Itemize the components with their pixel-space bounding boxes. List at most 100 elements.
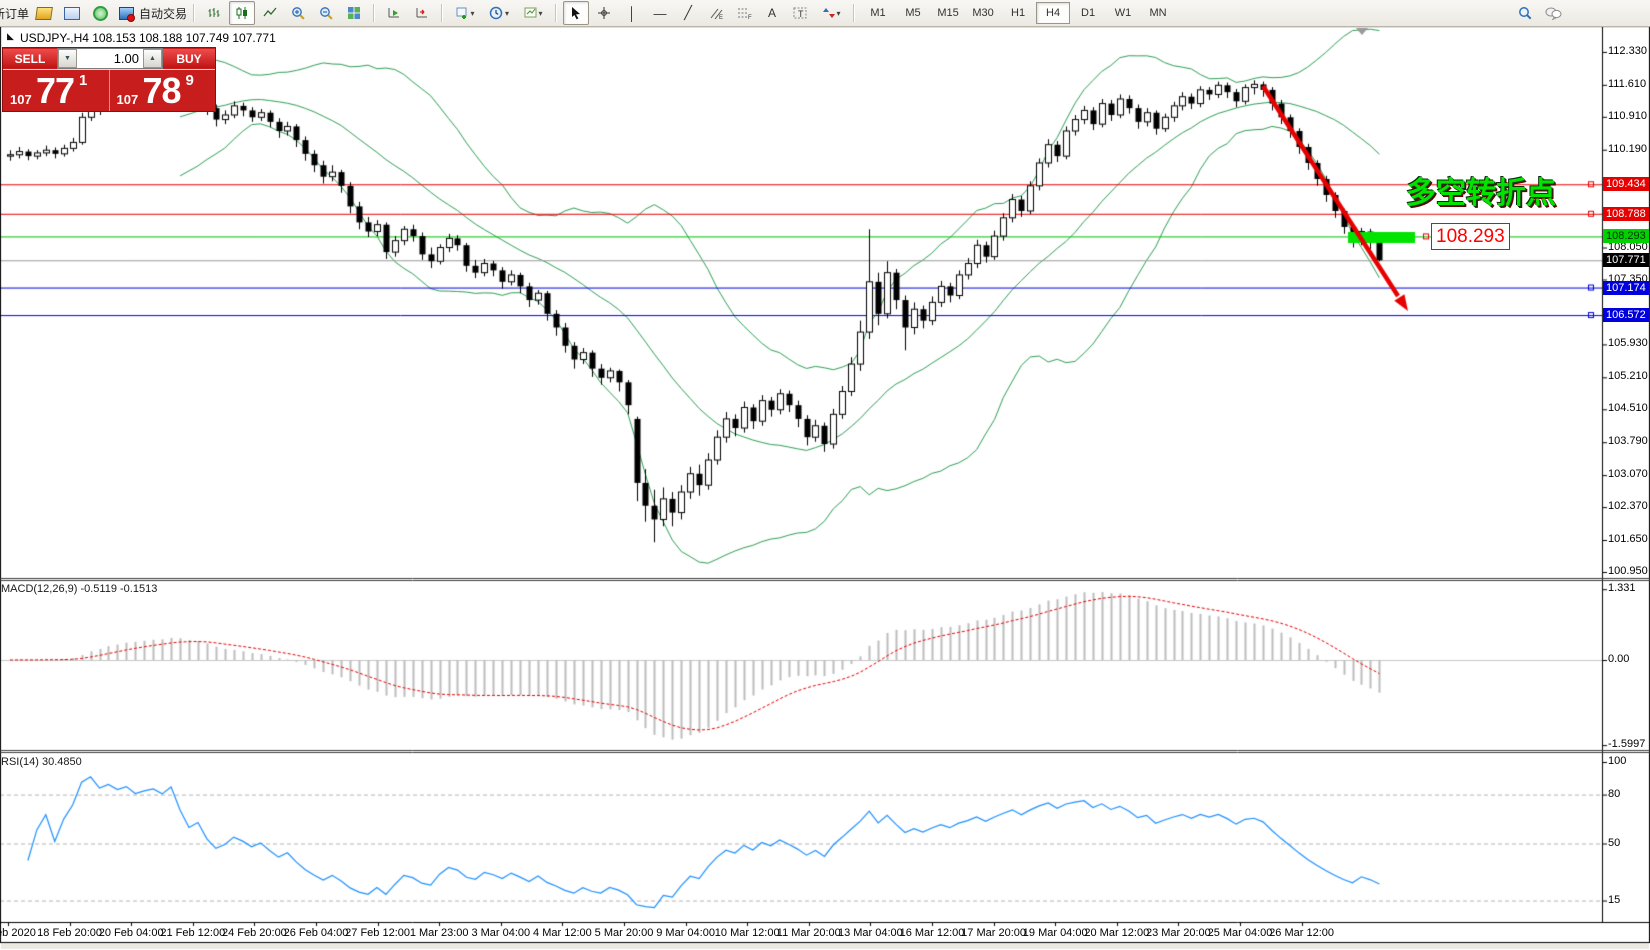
price-axis-tick: 112.330 <box>1608 45 1647 57</box>
volume-decrease-button[interactable]: ▼ <box>58 49 77 68</box>
time-axis-label: 19 Mar 04:00 <box>1023 927 1088 939</box>
price-axis-tick: 101.650 <box>1608 533 1648 545</box>
price-level-label: 107.174 <box>1603 281 1649 295</box>
timeframe-m5[interactable]: M5 <box>896 2 930 24</box>
price-level-label: 108.293 <box>1603 229 1649 243</box>
cursor-icon[interactable] <box>563 1 589 25</box>
timeframe-m1[interactable]: M1 <box>861 2 895 24</box>
text-icon[interactable]: A <box>759 1 785 25</box>
price-axis-tick: 111.610 <box>1608 78 1646 90</box>
timeframe-mn[interactable]: MN <box>1141 2 1175 24</box>
rsi-indicator-label: RSI(14) 30.4850 <box>1 756 82 768</box>
periods-icon[interactable]: ▾ <box>483 1 515 25</box>
volume-increase-button[interactable]: ▲ <box>143 49 162 68</box>
time-axis-label: 23 Mar 20:00 <box>1146 927 1211 939</box>
vertical-line-icon[interactable]: │ <box>619 1 645 25</box>
volume-stepper: ▼ 1.00 ▲ <box>57 48 163 69</box>
macd-axis-tick: 1.331 <box>1608 582 1636 594</box>
timeframe-bar: M1M5M15M30H1H4D1W1MN <box>861 2 1175 24</box>
time-axis-label: 17 Mar 20:00 <box>961 927 1026 939</box>
svg-text:T: T <box>798 9 804 19</box>
caret-down-icon: ▾ <box>505 9 509 18</box>
time-axis-label: 26 Feb 04:00 <box>284 927 349 939</box>
search-icon[interactable] <box>1512 1 1538 25</box>
time-axis-label: 3 Mar 04:00 <box>471 927 530 939</box>
bar-chart-icon[interactable] <box>201 1 227 25</box>
chart-shift-icon[interactable] <box>409 1 435 25</box>
price-callout-label: 108.293 <box>1431 223 1510 250</box>
market-watch-icon[interactable] <box>31 1 57 25</box>
time-axis-label: 16 Mar 12:00 <box>900 927 965 939</box>
price-axis-tick: 105.210 <box>1608 370 1648 382</box>
sell-price-major: 107 <box>10 92 32 107</box>
chat-icon[interactable] <box>1540 1 1566 25</box>
buy-button[interactable]: BUY <box>163 49 215 68</box>
price-axis-tick: 103.790 <box>1608 435 1648 447</box>
timeframe-m15[interactable]: M15 <box>931 2 965 24</box>
buy-price-display[interactable]: 107 78 9 <box>110 70 216 111</box>
sell-price-display[interactable]: 107 77 1 <box>3 70 110 111</box>
time-axis-label: 20 Mar 12:00 <box>1084 927 1149 939</box>
crosshair-icon[interactable] <box>591 1 617 25</box>
terminal-icon[interactable] <box>59 1 85 25</box>
time-axis-label: 18 Feb 20:00 <box>37 927 102 939</box>
text-label-icon[interactable]: T <box>787 1 813 25</box>
timeframe-m30[interactable]: M30 <box>966 2 1000 24</box>
caret-down-icon: ▾ <box>837 9 841 18</box>
timeframe-h1[interactable]: H1 <box>1001 2 1035 24</box>
sell-button[interactable]: SELL <box>3 49 57 68</box>
macd-axis-tick: -1.5997 <box>1608 738 1645 750</box>
arrows-icon[interactable]: ▾ <box>815 1 847 25</box>
price-axis-tick: 102.370 <box>1608 500 1648 512</box>
price-axis-tick: 100.950 <box>1608 565 1648 577</box>
zoom-out-icon[interactable] <box>313 1 339 25</box>
time-axis-label: 1 Mar 23:00 <box>410 927 469 939</box>
time-axis-label: 7 Feb 2020 <box>0 927 36 939</box>
time-axis-label: 25 Mar 04:00 <box>1208 927 1273 939</box>
horizontal-line-icon[interactable]: — <box>647 1 673 25</box>
autotrading-button[interactable]: 自动交易 <box>139 5 187 22</box>
candlestick-chart-icon[interactable] <box>229 1 255 25</box>
mt4-window: 新订单 自动交易 ▾ ▾ ▾ │ — ╱ E F A T ▾ M1M5M15M3… <box>0 0 1650 950</box>
time-axis-label: 20 Feb 04:00 <box>99 927 164 939</box>
templates-icon[interactable]: ▾ <box>517 1 549 25</box>
auto-scroll-icon[interactable] <box>381 1 407 25</box>
toolbar: 新订单 自动交易 ▾ ▾ ▾ │ — ╱ E F A T ▾ M1M5M15M3… <box>0 0 1650 27</box>
one-click-trading-panel: SELL ▼ 1.00 ▲ BUY 107 77 1 107 78 9 <box>2 47 216 112</box>
rsi-axis-tick: 15 <box>1608 894 1620 906</box>
sell-price-point: 1 <box>79 72 87 89</box>
autotrading-icon[interactable] <box>115 1 137 25</box>
caret-down-icon: ▾ <box>539 9 543 18</box>
line-chart-icon[interactable] <box>257 1 283 25</box>
chart-canvas[interactable] <box>0 0 1650 950</box>
trendline-icon[interactable]: ╱ <box>675 1 701 25</box>
timeframe-w1[interactable]: W1 <box>1106 2 1140 24</box>
toolbar-separator <box>193 4 195 22</box>
turning-point-annotation: 多空转折点 <box>1406 168 1556 212</box>
svg-text:E: E <box>719 15 723 20</box>
time-axis-label: 4 Mar 12:00 <box>533 927 592 939</box>
price-level-label: 106.572 <box>1603 308 1649 322</box>
indicators-icon[interactable]: ▾ <box>449 1 481 25</box>
fibonacci-icon[interactable]: F <box>731 1 757 25</box>
tile-windows-icon[interactable] <box>341 1 367 25</box>
time-axis-label: 27 Feb 12:00 <box>345 927 410 939</box>
timeframe-d1[interactable]: D1 <box>1071 2 1105 24</box>
chart-title-ohlc: USDJPY-,H4 108.153 108.188 107.749 107.7… <box>20 31 276 45</box>
time-axis-label: 13 Mar 04:00 <box>838 927 903 939</box>
price-level-label: 109.434 <box>1603 177 1649 191</box>
equidistant-channel-icon[interactable]: E <box>703 1 729 25</box>
sell-price-pips: 77 <box>36 70 74 112</box>
buy-price-point: 9 <box>186 72 194 89</box>
timeframe-h4[interactable]: H4 <box>1036 2 1070 24</box>
signals-icon[interactable] <box>87 1 113 25</box>
svg-text:F: F <box>748 15 752 20</box>
volume-value[interactable]: 1.00 <box>77 49 143 68</box>
new-order-button[interactable]: 新订单 <box>0 5 29 22</box>
macd-axis-tick: 0.00 <box>1608 653 1629 665</box>
price-level-label: 108.788 <box>1603 207 1649 221</box>
zoom-in-icon[interactable] <box>285 1 311 25</box>
rsi-axis-tick: 50 <box>1608 837 1620 849</box>
buy-price-major: 107 <box>117 92 139 107</box>
time-axis-label: 24 Feb 20:00 <box>222 927 287 939</box>
